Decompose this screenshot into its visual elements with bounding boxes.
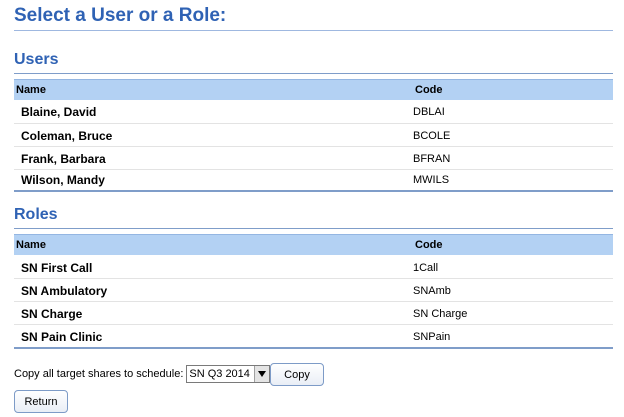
schedule-select[interactable]: SN Q3 2014	[186, 365, 271, 383]
users-code-column-header[interactable]: Code	[415, 84, 443, 96]
user-name[interactable]: Wilson, Mandy	[21, 173, 105, 187]
users-section-title: Users	[14, 51, 59, 68]
user-row[interactable]: Frank, Barbara BFRAN	[14, 147, 613, 170]
copy-shares-bar: Copy all target shares to schedule: SN Q…	[14, 364, 271, 384]
return-button[interactable]: Return	[14, 390, 68, 413]
title-divider	[14, 30, 613, 31]
users-divider	[14, 73, 613, 74]
user-code: DBLAI	[413, 106, 445, 118]
users-table-header: Name Code	[14, 79, 613, 100]
role-code: SN Charge	[413, 308, 468, 320]
user-name[interactable]: Coleman, Bruce	[21, 129, 112, 143]
users-table: Name Code Blaine, David DBLAI Coleman, B…	[14, 79, 613, 192]
copy-shares-label: Copy all target shares to schedule:	[14, 368, 184, 380]
roles-code-column-header[interactable]: Code	[415, 239, 443, 251]
role-name[interactable]: SN Ambulatory	[21, 284, 107, 298]
user-row[interactable]: Wilson, Mandy MWILS	[14, 170, 613, 192]
schedule-select-value: SN Q3 2014	[189, 368, 250, 380]
role-name[interactable]: SN Pain Clinic	[21, 330, 102, 344]
user-code: MWILS	[413, 174, 450, 186]
user-row[interactable]: Coleman, Bruce BCOLE	[14, 124, 613, 147]
role-code: 1Call	[413, 262, 439, 274]
roles-table: Name Code SN First Call 1Call SN Ambulat…	[14, 234, 613, 349]
user-name[interactable]: Blaine, David	[21, 105, 96, 119]
user-code: BCOLE	[413, 130, 451, 142]
user-name[interactable]: Frank, Barbara	[21, 152, 106, 166]
user-row[interactable]: Blaine, David DBLAI	[14, 100, 613, 124]
role-row[interactable]: SN Charge SN Charge	[14, 302, 613, 325]
role-name[interactable]: SN Charge	[21, 307, 82, 321]
role-row[interactable]: SN Pain Clinic SNPain	[14, 325, 613, 349]
role-row[interactable]: SN First Call 1Call	[14, 255, 613, 279]
user-code: BFRAN	[413, 153, 451, 165]
copy-button[interactable]: Copy	[270, 363, 324, 386]
users-name-column-header[interactable]: Name	[16, 84, 46, 96]
roles-table-header: Name Code	[14, 234, 613, 255]
roles-section-title: Roles	[14, 206, 58, 223]
roles-divider	[14, 228, 613, 229]
dropdown-arrow-icon[interactable]	[254, 366, 270, 382]
page-title: Select a User or a Role:	[14, 5, 227, 26]
role-code: SNPain	[413, 331, 451, 343]
role-row[interactable]: SN Ambulatory SNAmb	[14, 279, 613, 302]
role-code: SNAmb	[413, 285, 451, 297]
role-name[interactable]: SN First Call	[21, 261, 92, 275]
roles-name-column-header[interactable]: Name	[16, 239, 46, 251]
